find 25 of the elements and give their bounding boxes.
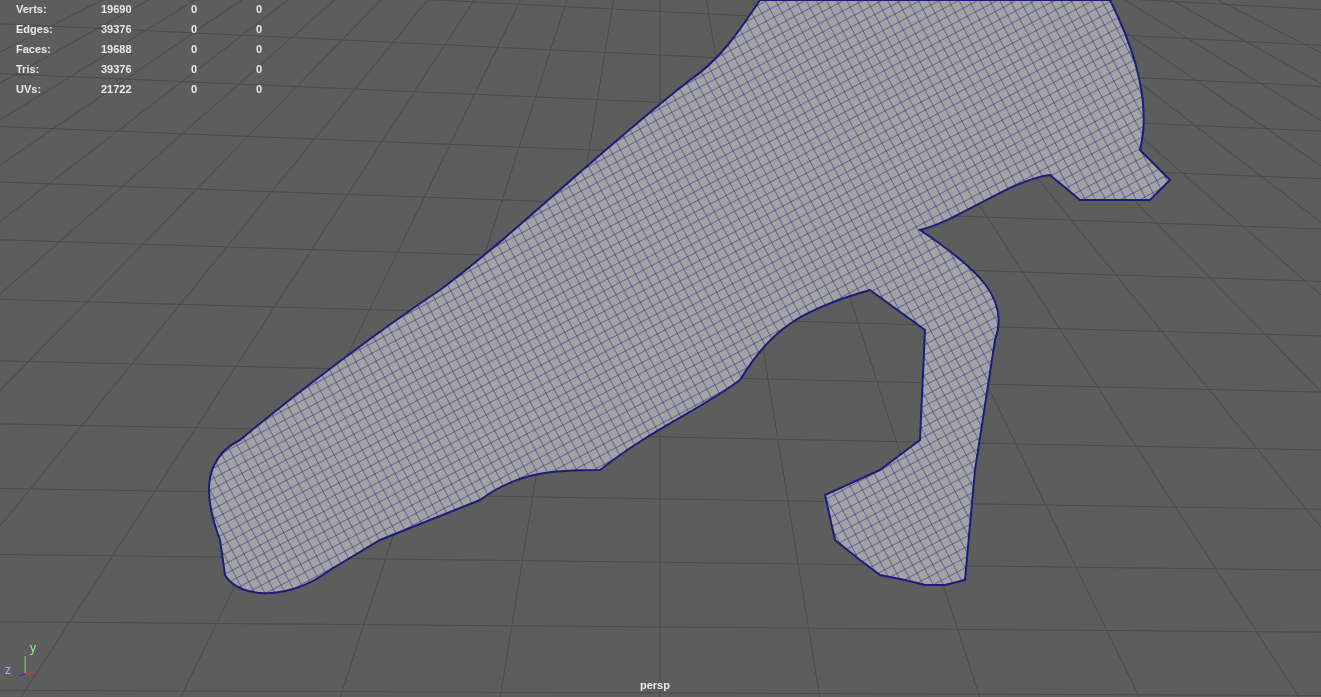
stat-value: 0 [191, 82, 199, 96]
stat-label: Edges: [16, 22, 54, 36]
stat-value: 21722 [101, 82, 133, 96]
stat-label: Tris: [16, 62, 41, 76]
stat-value: 39376 [101, 62, 133, 76]
camera-label: persp [640, 679, 670, 691]
stat-value: 0 [191, 42, 199, 56]
stat-label: UVs: [16, 82, 43, 96]
stat-value: 0 [191, 62, 199, 76]
stat-label: Faces: [16, 42, 52, 56]
stat-value: 39376 [101, 22, 133, 36]
stat-value: 0 [256, 42, 264, 56]
stat-value: 0 [191, 22, 199, 36]
stat-value: 0 [256, 82, 264, 96]
stat-value: 0 [256, 22, 264, 36]
stat-label: Verts: [16, 2, 48, 16]
stat-value: 19688 [101, 42, 133, 56]
z-axis-label: z [5, 664, 11, 676]
stat-value: 0 [191, 2, 199, 16]
axis-gizmo-drawing [19, 655, 36, 677]
y-axis-label: y [30, 642, 36, 654]
3d-viewport[interactable]: Verts: 19690 0 0 Edges: 39376 0 0 Faces: 19688 0 0 Tris: 39376 0 0 UVs: 21722 0 0 y z persp [0, 0, 1321, 697]
stat-value: 0 [256, 62, 264, 76]
stat-value: 0 [256, 2, 264, 16]
stat-value: 19690 [101, 2, 133, 16]
